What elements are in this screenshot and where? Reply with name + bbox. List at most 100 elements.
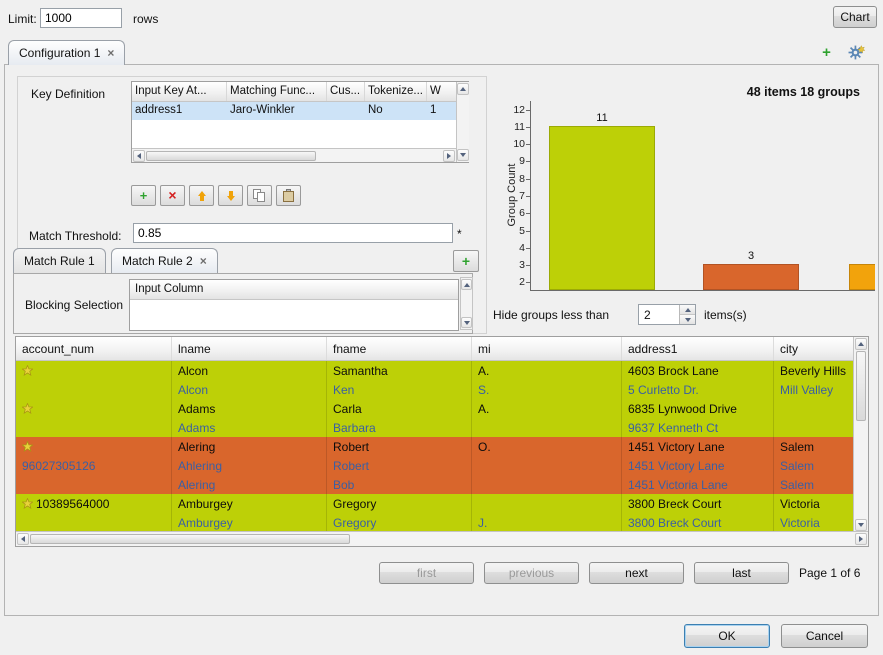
down-arrow-icon: [227, 191, 235, 201]
table-cell: [16, 437, 172, 456]
gear-icon: [848, 44, 865, 61]
table-row[interactable]: 96027305126AhleringRobert1451 Victory La…: [16, 456, 853, 475]
add-key-button[interactable]: +: [131, 185, 156, 206]
tab-close-icon[interactable]: ×: [107, 48, 114, 58]
scroll-right-arrow[interactable]: [443, 150, 455, 162]
table-row[interactable]: AleringRobertO.1451 Victory LaneSalem: [16, 437, 853, 456]
scroll-down-arrow[interactable]: [461, 317, 472, 328]
table-cell: Gregory: [327, 513, 472, 532]
key-table-hscrollbar[interactable]: [132, 148, 456, 162]
results-hscrollbar[interactable]: [16, 531, 868, 546]
add-match-rule-button[interactable]: +: [453, 250, 479, 272]
scroll-right-arrow[interactable]: [855, 533, 867, 545]
table-cell: Carla: [327, 399, 472, 418]
results-vscrollbar[interactable]: [853, 337, 868, 532]
table-cell: [774, 399, 853, 418]
scrollbar-thumb[interactable]: [856, 351, 866, 421]
column-header[interactable]: Tokenize...: [365, 82, 427, 101]
table-cell: 5 Curletto Dr.: [622, 380, 774, 399]
key-table-vscrollbar[interactable]: [456, 82, 469, 162]
column-header[interactable]: Input Key At...: [132, 82, 227, 101]
chart-bar: [849, 264, 875, 290]
column-header[interactable]: W: [427, 82, 456, 101]
items-suffix-label: items(s): [704, 308, 747, 322]
hide-groups-spinner[interactable]: 2: [638, 304, 696, 325]
table-cell: 6835 Lynwood Drive: [622, 399, 774, 418]
delete-key-button[interactable]: ×: [160, 185, 185, 206]
scroll-up-arrow[interactable]: [855, 338, 867, 350]
table-cell: 4603 Brock Lane: [622, 361, 774, 380]
column-header[interactable]: lname: [172, 337, 327, 360]
scroll-left-arrow[interactable]: [17, 533, 29, 545]
limit-input[interactable]: [40, 8, 122, 28]
table-cell: 3800 Breck Court: [622, 513, 774, 532]
scrollbar-thumb[interactable]: [30, 534, 350, 544]
input-column-header[interactable]: Input Column: [130, 280, 458, 300]
column-header[interactable]: city: [774, 337, 853, 360]
tab-match-rule-2-label: Match Rule 2: [122, 254, 193, 268]
copy-button[interactable]: [247, 185, 272, 206]
next-page-button[interactable]: next: [589, 562, 684, 584]
required-marker: *: [457, 227, 462, 241]
column-header[interactable]: fname: [327, 337, 472, 360]
tab-match-rule-2[interactable]: Match Rule 2 ×: [111, 248, 218, 273]
table-cell: Samantha: [327, 361, 472, 380]
scroll-up-arrow[interactable]: [457, 83, 469, 95]
chart-plot: 113: [530, 101, 875, 291]
column-header[interactable]: mi: [472, 337, 622, 360]
tab-match-rule-1[interactable]: Match Rule 1: [13, 248, 106, 273]
settings-gear-icon[interactable]: [848, 44, 865, 61]
cancel-button[interactable]: Cancel: [781, 624, 868, 648]
move-up-button[interactable]: [189, 185, 214, 206]
first-page-button[interactable]: first: [379, 562, 474, 584]
plus-icon: +: [462, 254, 470, 268]
table-cell: Amburgey: [172, 494, 327, 513]
table-row[interactable]: 10389564000AmburgeyGregory3800 Breck Cou…: [16, 494, 853, 513]
match-threshold-input[interactable]: [133, 223, 453, 243]
last-page-button[interactable]: last: [694, 562, 789, 584]
table-cell: Victoria: [774, 513, 853, 532]
chart-bar: [549, 126, 655, 290]
scroll-down-arrow[interactable]: [457, 149, 469, 161]
chart: Group Count 23456789101112 113: [497, 95, 877, 300]
tab-strip: Configuration 1 × +: [4, 40, 879, 65]
scroll-up-arrow[interactable]: [461, 279, 472, 290]
spinner-down-button[interactable]: [680, 314, 695, 324]
spinner-up-button[interactable]: [680, 305, 695, 314]
y-tick-label: 3: [497, 259, 525, 271]
y-tick-label: 7: [497, 190, 525, 202]
rows-label: rows: [133, 12, 158, 26]
spinner-value[interactable]: 2: [639, 305, 679, 324]
scrollbar-thumb[interactable]: [146, 151, 316, 161]
key-definition-row[interactable]: address1Jaro-WinklerNo1: [132, 102, 456, 120]
blocking-column-list[interactable]: Input Column: [129, 279, 459, 331]
results-table-inner: account_num lname fname mi address1 city…: [16, 337, 853, 532]
chart-button[interactable]: Chart: [833, 6, 877, 28]
y-tick-label: 11: [497, 121, 525, 133]
ok-button[interactable]: OK: [684, 624, 770, 648]
table-row[interactable]: AleringBob1451 Victoria LaneSalem: [16, 475, 853, 494]
column-header[interactable]: address1: [622, 337, 774, 360]
scroll-left-arrow[interactable]: [133, 150, 145, 162]
master-star-icon: [22, 441, 33, 452]
table-row[interactable]: AmburgeyGregoryJ.3800 Breck CourtVictori…: [16, 513, 853, 532]
tab-configuration-1[interactable]: Configuration 1 ×: [8, 40, 125, 65]
table-row[interactable]: AdamsBarbara9637 Kenneth Ct: [16, 418, 853, 437]
column-header[interactable]: Matching Func...: [227, 82, 327, 101]
table-cell: 9637 Kenneth Ct: [622, 418, 774, 437]
blocking-vscrollbar[interactable]: [460, 277, 473, 330]
column-header[interactable]: account_num: [16, 337, 172, 360]
column-header[interactable]: Cus...: [327, 82, 365, 101]
table-row[interactable]: AdamsCarlaA.6835 Lynwood Drive: [16, 399, 853, 418]
move-down-button[interactable]: [218, 185, 243, 206]
table-row[interactable]: AlconSamanthaA.4603 Brock LaneBeverly Hi…: [16, 361, 853, 380]
key-definition-cell: Jaro-Winkler: [227, 102, 327, 120]
chart-bar: [703, 264, 799, 290]
scroll-down-arrow[interactable]: [855, 519, 867, 531]
table-row[interactable]: AlconKenS.5 Curletto Dr.Mill Valley: [16, 380, 853, 399]
add-configuration-icon[interactable]: +: [818, 44, 835, 61]
previous-page-button[interactable]: previous: [484, 562, 579, 584]
tab-close-icon[interactable]: ×: [200, 256, 207, 266]
paste-button[interactable]: [276, 185, 301, 206]
copy-icon: [253, 189, 266, 203]
